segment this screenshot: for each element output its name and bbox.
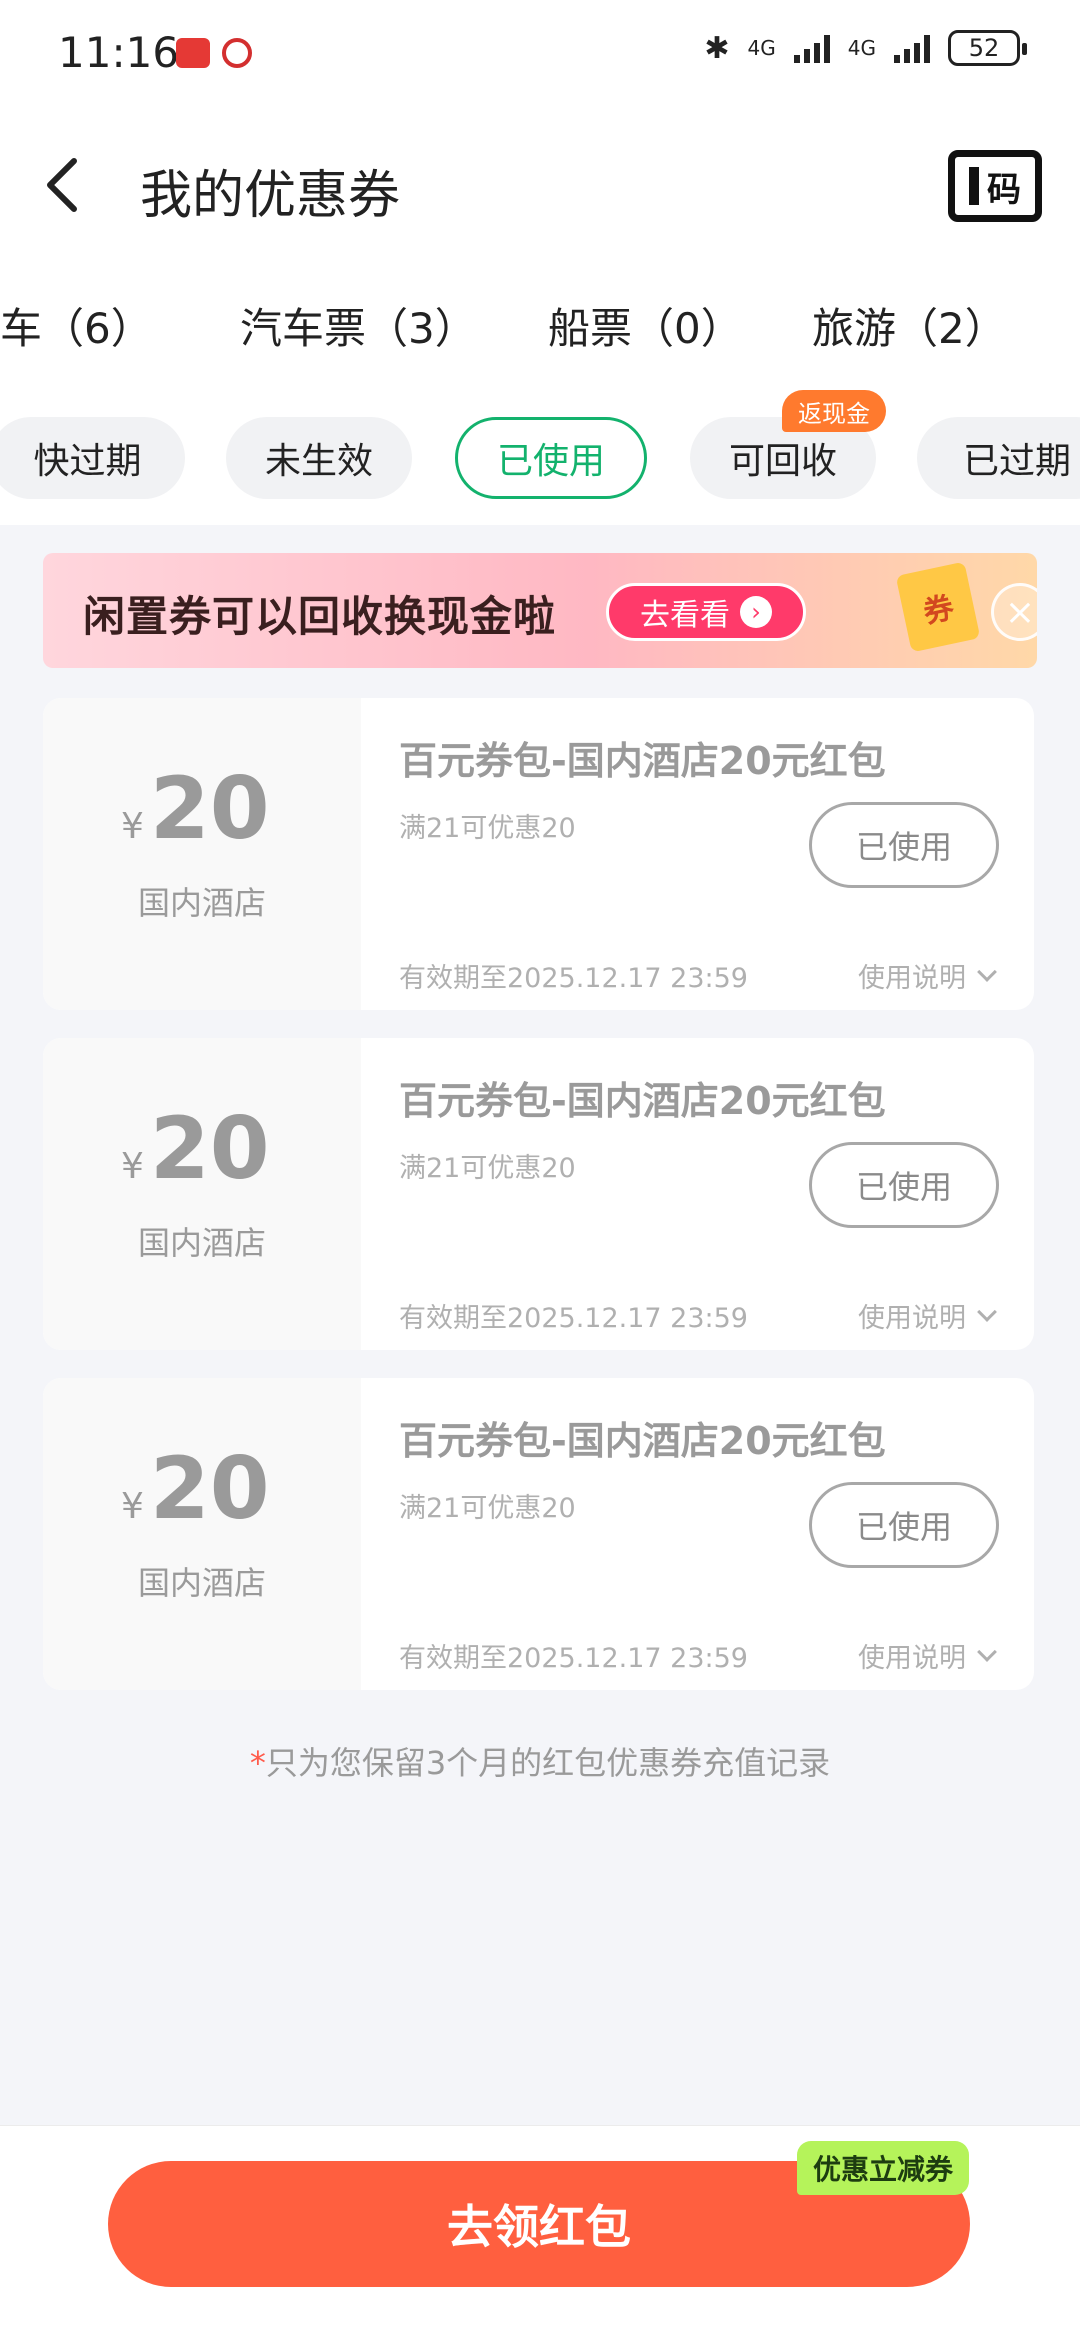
bank-app-icon <box>222 38 252 68</box>
coupon-scope: 国内酒店 <box>137 1224 266 1262</box>
chevron-down-icon <box>977 961 997 982</box>
cashback-badge: 返现金 <box>782 390 886 432</box>
amount-value: 20 <box>149 1439 270 1539</box>
filter-expired[interactable]: 已过期 <box>917 417 1080 499</box>
coupon-card: ¥ 20 国内酒店 百元券包-国内酒店20元红包 满21可优惠20 已使用 有效… <box>43 698 1034 1010</box>
coupon-expiry: 有效期至2025.12.17 23:59 <box>399 1303 748 1334</box>
tab-travel[interactable]: 旅游（2） <box>812 295 1007 356</box>
banner-go-label: 去看看 <box>640 598 730 633</box>
filter-expiring-soon[interactable]: 快过期 <box>0 417 185 499</box>
coupon-title: 百元券包-国内酒店20元红包 <box>399 1419 886 1463</box>
banner-go-button[interactable]: 去看看 › <box>606 583 806 641</box>
signal-strength-icon <box>793 33 830 63</box>
recycle-banner[interactable]: 闲置券可以回收换现金啦 去看看 › 券 × <box>43 553 1037 668</box>
retention-note: *只为您保留3个月的红包优惠券充值记录 <box>0 1738 1080 1784</box>
coupon-scope: 国内酒店 <box>137 1564 266 1602</box>
network-type-2: 4G <box>847 36 876 60</box>
coupon-amount: ¥ 20 <box>121 766 270 852</box>
app-notification-icon <box>176 38 210 68</box>
coupon-card: ¥ 20 国内酒店 百元券包-国内酒店20元红包 满21可优惠20 已使用 有效… <box>43 1378 1034 1690</box>
currency-symbol: ¥ <box>121 806 144 847</box>
banner-text: 闲置券可以回收换现金啦 <box>83 592 557 641</box>
amount-value: 20 <box>149 759 270 859</box>
coupon-condition: 满21可优惠20 <box>399 1493 576 1524</box>
member-code-button[interactable]: 码 <box>948 150 1042 222</box>
currency-symbol: ¥ <box>121 1146 144 1187</box>
page-title: 我的优惠券 <box>140 166 401 226</box>
usage-instructions-label: 使用说明 <box>858 1643 966 1674</box>
status-filters: 快过期 未生效 已使用 可回收 已过期 <box>0 385 1080 525</box>
note-text: 只为您保留3个月的红包优惠券充值记录 <box>265 1744 831 1782</box>
coupon-condition: 满21可优惠20 <box>399 1153 576 1184</box>
used-status-button[interactable]: 已使用 <box>809 1142 999 1228</box>
coupon-expiry: 有效期至2025.12.17 23:59 <box>399 963 748 994</box>
tab-ferry-ticket[interactable]: 船票（0） <box>548 295 743 356</box>
tab-bus-ticket[interactable]: 汽车票（3） <box>240 295 477 356</box>
code-label: 码 <box>987 169 1021 210</box>
coupon-title: 百元券包-国内酒店20元红包 <box>399 739 886 783</box>
status-time: 11:16 <box>58 28 180 77</box>
usage-instructions-label: 使用说明 <box>858 1303 966 1334</box>
amount-value: 20 <box>149 1099 270 1199</box>
status-bar: 11:16 ✱ 4G 4G 52 <box>0 0 1080 105</box>
bottom-action-bar: 去领红包 优惠立减券 <box>0 2125 1080 2340</box>
coupon-title: 百元券包-国内酒店20元红包 <box>399 1079 886 1123</box>
coupon-condition: 满21可优惠20 <box>399 813 576 844</box>
coupon-card: ¥ 20 国内酒店 百元券包-国内酒店20元红包 满21可优惠20 已使用 有效… <box>43 1038 1034 1350</box>
coupon-amount-panel: ¥ 20 国内酒店 <box>43 1378 361 1690</box>
chevron-right-icon: › <box>740 596 772 628</box>
tab-car-rental[interactable]: 用车（6） <box>0 295 153 356</box>
chevron-down-icon <box>977 1641 997 1662</box>
coupon-amount-panel: ¥ 20 国内酒店 <box>43 1038 361 1350</box>
signal-strength-icon <box>894 33 930 63</box>
barcode-icon <box>969 167 979 205</box>
back-arrow-icon[interactable] <box>40 155 84 215</box>
chevron-down-icon <box>977 1301 997 1322</box>
bluetooth-icon: ✱ <box>704 30 730 66</box>
coupon-amount: ¥ 20 <box>121 1106 270 1192</box>
usage-instructions-toggle[interactable]: 使用说明 <box>858 956 997 995</box>
discount-coupon-badge: 优惠立减券 <box>797 2141 970 2195</box>
filter-not-active[interactable]: 未生效 <box>226 417 412 499</box>
used-status-button[interactable]: 已使用 <box>809 802 999 888</box>
status-indicators: ✱ 4G 4G 52 <box>704 30 1027 66</box>
usage-instructions-label: 使用说明 <box>858 963 966 994</box>
page-header: 我的优惠券 码 <box>0 105 1080 265</box>
coupon-ticket-icon: 券 <box>895 561 981 653</box>
coupon-scope: 国内酒店 <box>137 884 266 922</box>
coupon-expiry: 有效期至2025.12.17 23:59 <box>399 1643 748 1674</box>
coupon-amount-panel: ¥ 20 国内酒店 <box>43 698 361 1010</box>
filter-used[interactable]: 已使用 <box>455 417 647 499</box>
category-tabs: 用车（6） 汽车票（3） 船票（0） 旅游（2） <box>0 265 1080 385</box>
network-type-1: 4G <box>747 36 776 60</box>
usage-instructions-toggle[interactable]: 使用说明 <box>858 1636 997 1675</box>
used-status-button[interactable]: 已使用 <box>809 1482 999 1568</box>
currency-symbol: ¥ <box>121 1486 144 1527</box>
coupon-amount: ¥ 20 <box>121 1446 270 1532</box>
usage-instructions-toggle[interactable]: 使用说明 <box>858 1296 997 1335</box>
close-icon[interactable]: × <box>991 583 1037 641</box>
note-asterisk: * <box>249 1744 266 1782</box>
battery-icon: 52 <box>948 30 1027 66</box>
